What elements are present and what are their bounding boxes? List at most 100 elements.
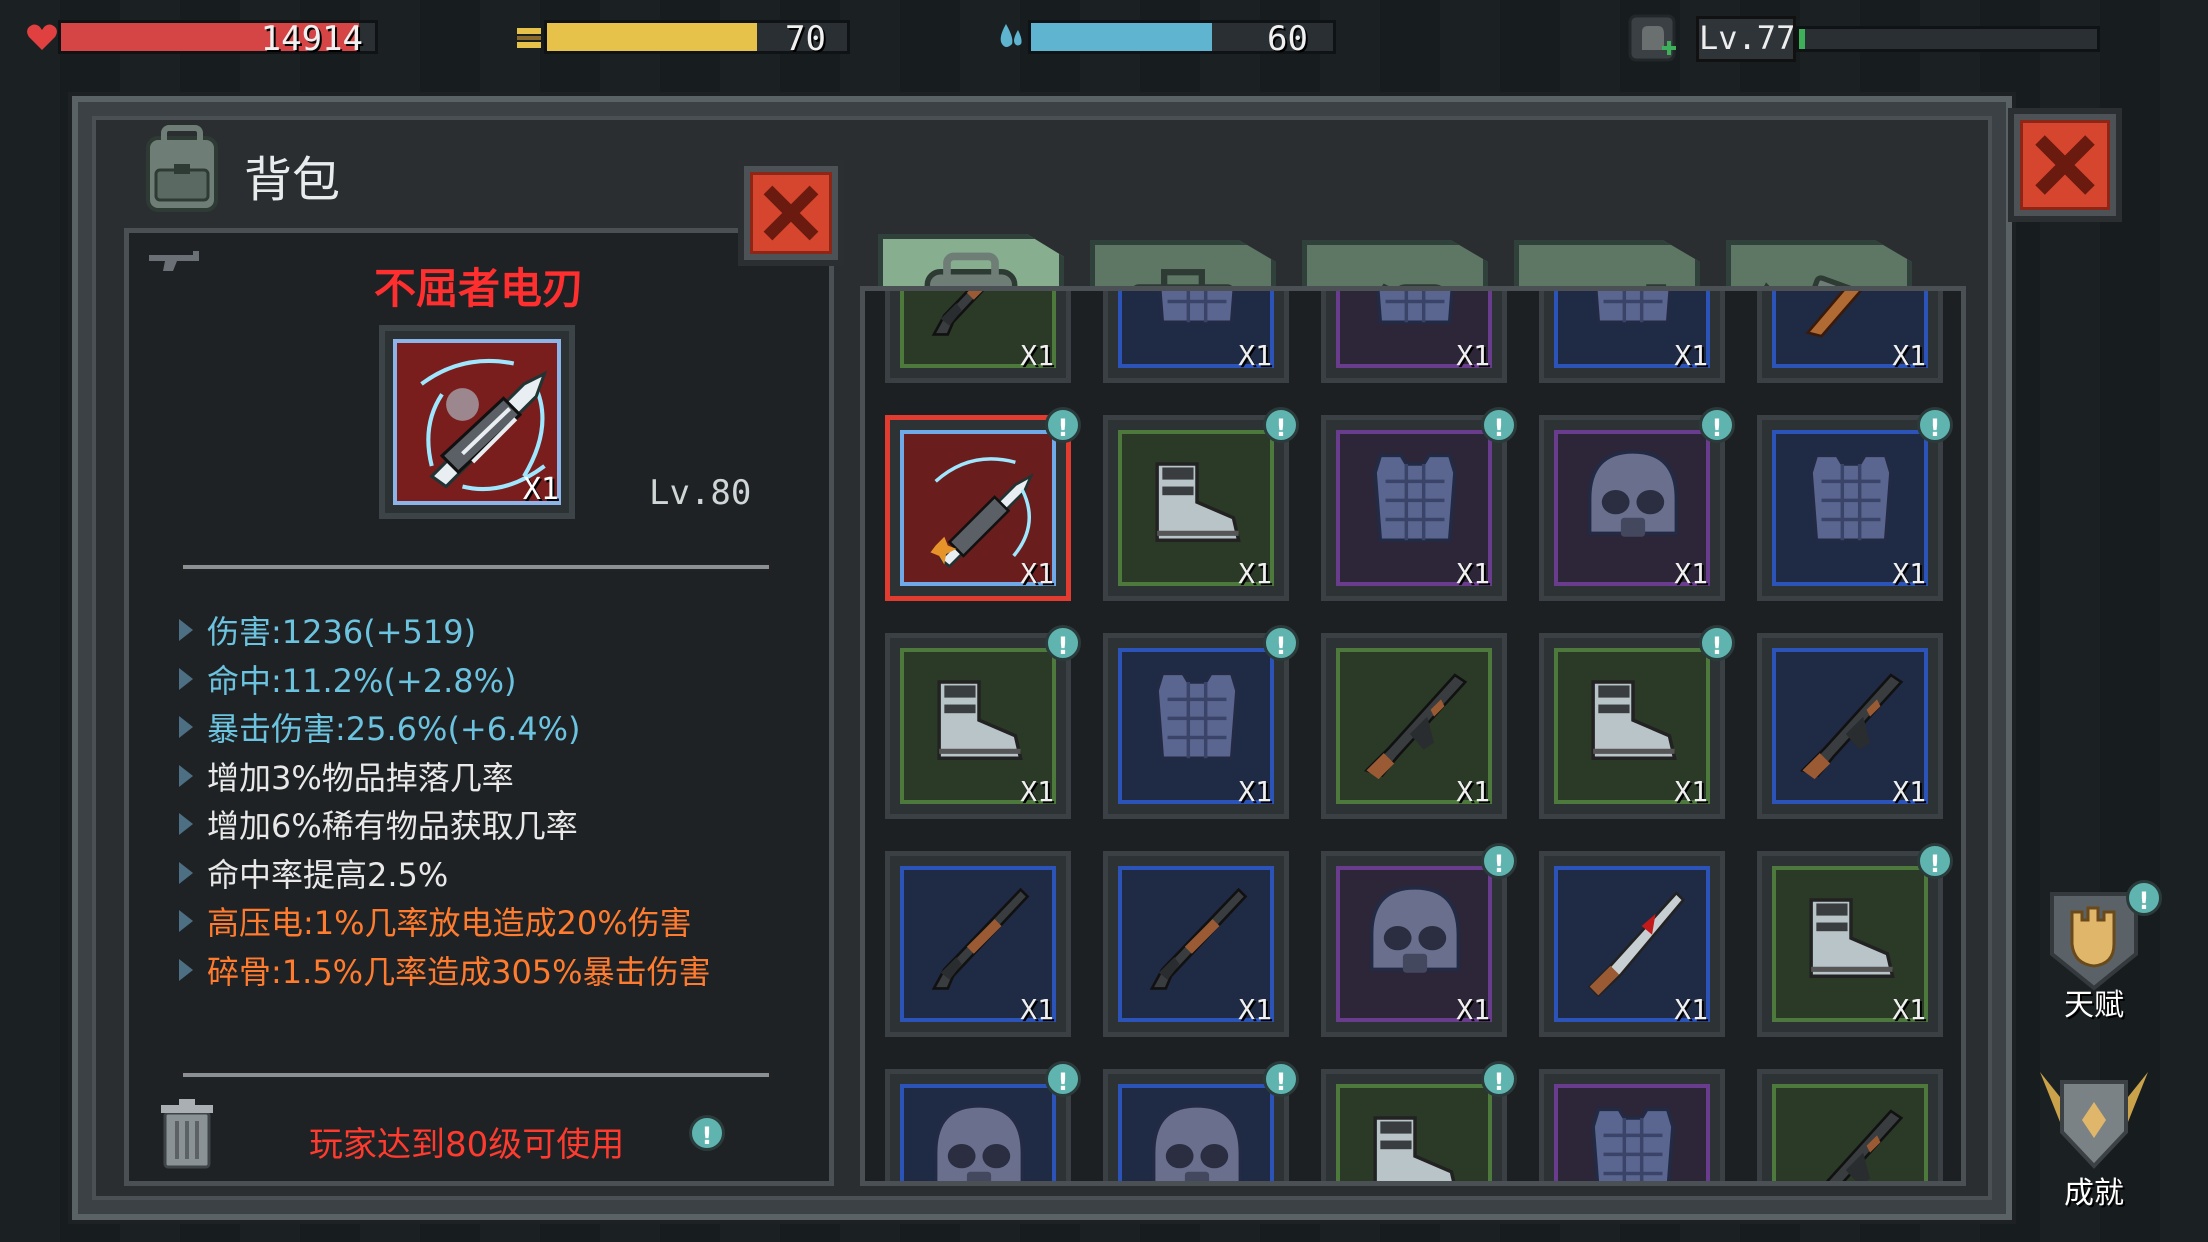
inventory-slot[interactable]: X1 [1103,851,1289,1037]
inventory-slot[interactable]: X1 [1103,415,1289,601]
item-detail-panel: 不屈者电刃 X1 Lv.80 伤害:1236(+519) 命中:11.2%(+2… [124,228,834,1186]
new-item-badge: ! [1045,1061,1081,1097]
trash-icon[interactable] [157,1099,217,1171]
slot-quantity: X1 [1456,775,1490,808]
inventory-slot[interactable] [1539,1069,1725,1181]
boots-icon [1809,898,1895,978]
player-level: Lv.77 [1699,19,1796,57]
inventory-slot[interactable]: X1 [885,415,1071,601]
inventory-slot[interactable]: X1 [1103,291,1289,383]
stat-bullet-icon [179,813,193,835]
boots-icon [1591,680,1677,760]
inventory-panel: 背包 不屈者电刃 X1 Lv.80 伤害:1236(+519) 命中:11.2%… [72,96,2122,1220]
health-bar: 14914 [58,19,378,59]
armor-icon [1591,1107,1675,1181]
panel-title: 背包 [244,152,341,208]
inventory-slot[interactable] [1321,1069,1507,1181]
inventory-slot[interactable]: X1 [1757,415,1943,601]
blade-icon [930,457,1034,568]
panel-close-button[interactable] [2008,108,2122,222]
inventory-slot[interactable]: X1 [1321,415,1507,601]
detail-close-button[interactable] [738,160,844,266]
stat-bullet-icon [179,716,193,738]
shield-wings-icon [2040,1072,2148,1169]
inventory-slot[interactable]: X1 [1757,851,1943,1037]
player-avatar-icon[interactable] [1624,10,1680,66]
water-bar: 60 [1028,19,1336,59]
slot-quantity: X1 [1674,339,1708,372]
inventory-slot[interactable]: X1 [885,633,1071,819]
item-stat-text: 增加6%稀有物品获取几率 [207,807,578,845]
inventory-slot[interactable]: X1 [1539,851,1725,1037]
item-stat-text: 命中:11.2%(+2.8%) [207,661,517,700]
helmet-icon [933,1104,1025,1181]
close-icon [2035,135,2095,195]
new-item-badge: ! [1917,407,1953,443]
divider-top [181,563,771,571]
inventory-slot[interactable]: X1 [1321,633,1507,819]
talent-badge: ! [2126,880,2162,916]
slot-quantity: X1 [1892,557,1926,590]
inventory-slot[interactable] [885,1069,1071,1181]
slot-quantity: X1 [1238,993,1272,1026]
knife-icon [1587,891,1686,998]
slot-quantity: X1 [1020,993,1054,1026]
slot-quantity: X1 [1456,993,1490,1026]
new-item-badge: ! [1917,843,1953,879]
item-stat-text: 暴击伤害:25.6%(+6.4%) [207,710,581,748]
item-stats-list: 伤害:1236(+519) 命中:11.2%(+2.8%) 暴击伤害:25.6%(+… [179,607,819,1027]
slot-quantity: X1 [1238,775,1272,808]
item-stat-text: 伤害:1236(+519) [207,613,477,651]
inventory-slot[interactable]: X1 [1321,851,1507,1037]
inventory-slot[interactable]: X1 [1539,633,1725,819]
backpack-title-icon [134,124,230,216]
inventory-slot[interactable]: X1 [1321,291,1507,383]
experience-bar [1796,26,2100,52]
achievement-label: 成就 [2064,1176,2124,1211]
slot-quantity: X1 [1456,557,1490,590]
use-requirement-text: 玩家达到80级可使用 [309,1125,625,1165]
close-icon [763,185,819,241]
inventory-slot[interactable]: X1 [885,291,1071,383]
slot-quantity: X1 [1238,557,1272,590]
item-stat-text: 增加3%物品掉落几率 [207,758,514,797]
inventory-slot[interactable] [1103,1069,1289,1181]
stat-bullet-icon [179,958,193,981]
food-bar-fill [547,23,757,51]
slot-quantity: X1 [1892,775,1926,808]
slot-quantity: X1 [1456,339,1490,372]
item-stat-text: 命中率提高2.5% [207,855,449,894]
inventory-slot[interactable] [1757,1069,1943,1181]
achievement-button[interactable]: 成就 [2032,1062,2156,1212]
slot-quantity: X1 [1892,339,1926,372]
experience-bar-fill [1799,29,1805,49]
rifle-icon [1364,673,1468,780]
inventory-slot[interactable]: X1 [1103,633,1289,819]
slot-quantity: X1 [1238,339,1272,372]
new-item-badge: ! [1699,625,1735,661]
item-preview-slot: X1 [379,325,575,519]
requirement-info-badge[interactable]: ! [689,1115,725,1151]
slot-quantity: X1 [1020,557,1054,590]
shotgun-icon [1149,887,1248,990]
heart-icon [26,22,58,52]
talent-button[interactable]: 天赋 ! [2032,880,2162,1024]
inventory-slot[interactable]: X1 [1539,291,1725,383]
inventory-slot[interactable]: X1 [1757,633,1943,819]
boots-icon [1155,462,1241,542]
new-item-badge: ! [1481,407,1517,443]
item-stat-row: 增加3%物品掉落几率 [179,753,514,799]
boots-icon [1373,1116,1456,1181]
item-stat-row: 增加6%稀有物品获取几率 [179,801,578,847]
inventory-slot[interactable]: X1 [1539,415,1725,601]
item-stat-text: 高压电:1%几率放电造成20%伤害 [207,904,692,942]
food-bar: 70 [544,19,850,59]
game-screen: 14914 70 60 Lv.77 背包 不屈者电刃 X1 Lv.80 伤害:1… [0,0,2208,1242]
armor-icon [1809,453,1893,542]
talent-label: 天赋 [2064,988,2124,1023]
rifle-icon [1800,673,1904,780]
inventory-slot[interactable]: X1 [885,851,1071,1037]
food-icon [514,22,544,52]
inventory-slot[interactable]: X1 [1757,291,1943,383]
armor-icon [1373,453,1457,542]
